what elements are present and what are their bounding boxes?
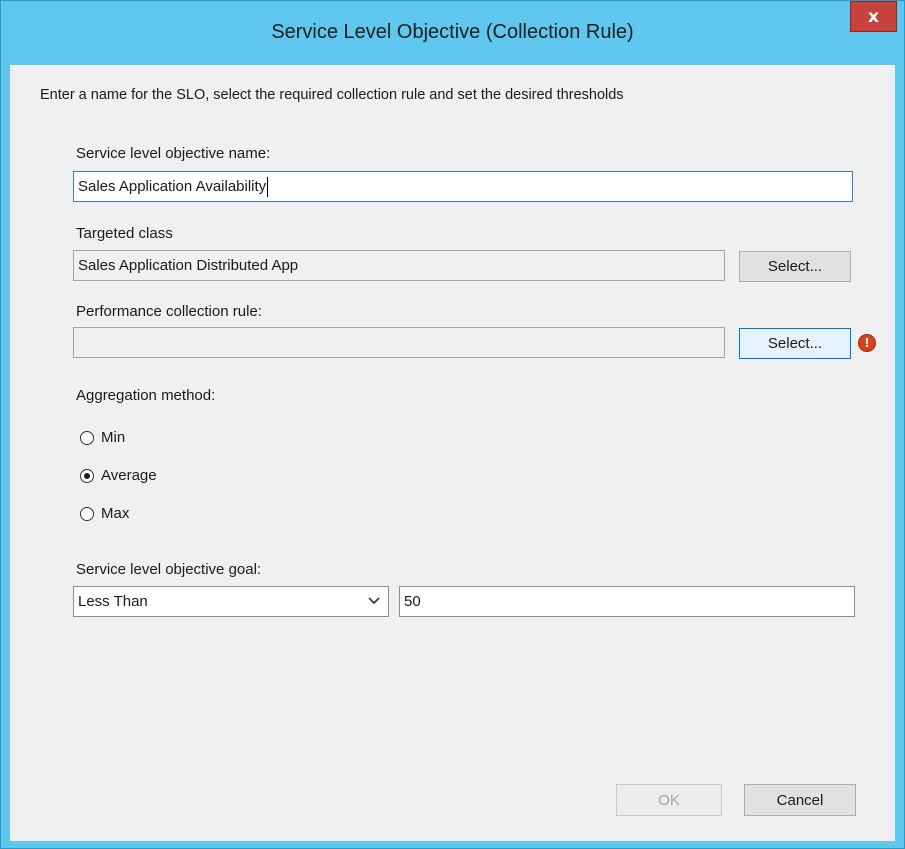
radio-average[interactable]: Average xyxy=(80,467,157,484)
close-icon: x xyxy=(868,6,879,27)
radio-average-label: Average xyxy=(101,467,157,484)
close-button[interactable]: x xyxy=(850,1,897,32)
title-bar[interactable]: Service Level Objective (Collection Rule… xyxy=(1,1,904,65)
targeted-class-value: Sales Application Distributed App xyxy=(78,257,299,274)
radio-max[interactable]: Max xyxy=(80,505,129,522)
goal-label: Service level objective goal: xyxy=(76,561,262,578)
targeted-class-field[interactable]: Sales Application Distributed App xyxy=(73,250,725,281)
slo-name-label: Service level objective name: xyxy=(76,145,271,162)
radio-min-label: Min xyxy=(101,429,126,446)
radio-max-label: Max xyxy=(101,505,130,522)
error-icon-glyph: ! xyxy=(864,336,870,350)
targeted-class-label: Targeted class xyxy=(76,225,173,242)
radio-dot xyxy=(84,472,90,479)
goal-comparison-value: Less Than xyxy=(78,593,148,610)
text-caret xyxy=(267,176,269,197)
radio-min[interactable]: Min xyxy=(80,429,125,446)
slo-name-field[interactable]: Sales Application Availability xyxy=(73,171,853,202)
radio-circle[interactable] xyxy=(80,506,94,521)
perf-rule-field[interactable] xyxy=(73,327,725,358)
goal-value-field[interactable]: 50 xyxy=(399,586,855,617)
slo-name-value: Sales Application Availability xyxy=(78,178,267,195)
cancel-button[interactable]: Cancel xyxy=(744,784,856,816)
radio-circle[interactable] xyxy=(80,430,94,445)
intro-text: Enter a name for the SLO, select the req… xyxy=(40,87,624,103)
radio-circle-selected[interactable] xyxy=(80,468,94,483)
targeted-class-select-button[interactable]: Select... xyxy=(739,251,851,282)
goal-value: 50 xyxy=(404,593,421,610)
chevron-down-icon xyxy=(368,597,380,605)
window-title: Service Level Objective (Collection Rule… xyxy=(271,21,634,43)
ok-button[interactable]: OK xyxy=(616,784,722,816)
aggregation-label: Aggregation method: xyxy=(76,387,216,404)
error-icon: ! xyxy=(858,334,876,352)
perf-rule-label: Performance collection rule: xyxy=(76,303,262,320)
dialog-content: Enter a name for the SLO, select the req… xyxy=(10,65,895,841)
perf-rule-select-button[interactable]: Select... xyxy=(739,328,851,359)
dialog-window: Service Level Objective (Collection Rule… xyxy=(0,0,905,849)
goal-comparison-dropdown[interactable]: Less Than xyxy=(73,586,389,617)
